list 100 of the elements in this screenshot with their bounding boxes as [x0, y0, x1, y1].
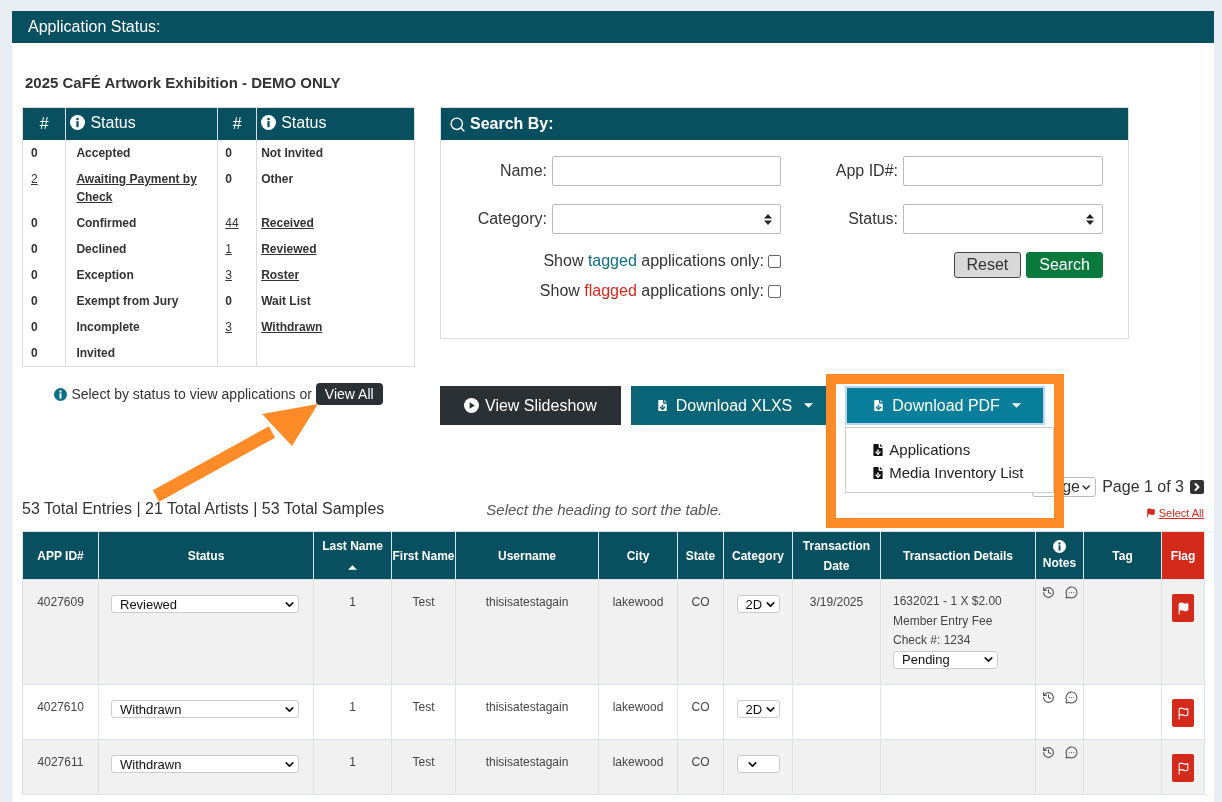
last-name: 1 [349, 595, 356, 609]
category-select[interactable]: 2D [736, 595, 780, 613]
search-icon [449, 115, 466, 133]
category-select[interactable]: 2D [736, 700, 780, 718]
column-header: Status [281, 113, 327, 132]
status-label: Accepted [76, 145, 131, 162]
file-download-icon [871, 398, 887, 413]
transaction-date: 3/19/2025 [809, 595, 864, 609]
history-icon[interactable] [1041, 586, 1055, 599]
state: CO [691, 755, 710, 769]
username: thisisatestagain [485, 595, 569, 609]
status-count: 0 [31, 319, 38, 336]
menu-item[interactable]: Applications [846, 438, 1054, 461]
state: CO [691, 700, 710, 714]
column-header: State [685, 547, 716, 565]
status-link[interactable]: Reviewed [261, 240, 317, 258]
flag-icon [1176, 601, 1190, 615]
flag-icon [1145, 508, 1156, 518]
sort-up-icon [348, 564, 357, 570]
status-count[interactable]: 2 [31, 170, 38, 188]
column-header: # [232, 115, 242, 132]
status-label: Exception [76, 267, 134, 284]
comment-icon[interactable] [1064, 691, 1078, 704]
checkbox[interactable] [768, 254, 781, 268]
updown-icon [1086, 213, 1094, 225]
select-all-link[interactable]: Select All [1145, 507, 1204, 519]
download-button[interactable]: Download PDF [845, 386, 1045, 425]
select-field[interactable] [903, 204, 1103, 234]
reset-button[interactable]: Reset [953, 252, 1022, 278]
status-count: 0 [31, 345, 38, 362]
field-label: Name: [498, 162, 547, 180]
status-label: Wait List [261, 293, 311, 310]
sort-hint: Select the heading to sort the table. [486, 500, 723, 518]
column-header: Username [498, 547, 556, 565]
column-header: Tag [1112, 547, 1133, 565]
view-all-button[interactable]: View All [315, 383, 383, 405]
first-name: Test [412, 755, 435, 769]
column-header: First Name [392, 547, 455, 565]
next-page-icon[interactable] [1190, 480, 1204, 494]
flag-button[interactable] [1172, 699, 1194, 727]
select-field[interactable] [552, 204, 781, 234]
status-label: Other [261, 171, 294, 188]
status-label: Confirmed [76, 215, 137, 232]
flag-icon [1176, 706, 1190, 720]
checkbox[interactable] [768, 284, 781, 298]
history-icon[interactable] [1041, 691, 1055, 704]
field-label: Category: [476, 210, 547, 228]
transaction-detail: Member Entry Fee [893, 612, 994, 630]
totals-text: 53 Total Entries | 21 Total Artists | 53 Total Samples [22, 500, 385, 518]
input-field[interactable] [552, 156, 781, 186]
column-header: # [39, 115, 49, 132]
status-count: 0 [31, 215, 38, 232]
transaction-detail: Check #: 1234 [893, 632, 972, 649]
column-header: Transaction Date [801, 537, 872, 575]
info-icon [1053, 539, 1066, 553]
status-select[interactable]: Withdrawn [111, 700, 299, 718]
app-id: 4027611 [37, 755, 84, 769]
history-icon[interactable] [1041, 746, 1055, 759]
flag-button[interactable] [1172, 754, 1194, 782]
status-link[interactable]: Received [261, 214, 314, 232]
comment-icon[interactable] [1064, 586, 1078, 599]
status-link[interactable]: Withdrawn [261, 318, 323, 336]
search-button[interactable]: Search [1026, 252, 1103, 278]
status-count: 0 [225, 293, 232, 310]
search-panel-title: Search By: [470, 115, 554, 133]
panel-title: Application Status: [12, 11, 1214, 43]
status-label: Invited [76, 345, 116, 362]
page-indicator: Page 1 of 3 [1102, 478, 1184, 496]
hint-text: Select by status to view applications or [71, 386, 312, 402]
status-select[interactable]: Withdrawn [111, 755, 299, 773]
status-link[interactable]: Awaiting Payment by Check [76, 170, 218, 206]
status-label: Incomplete [76, 319, 140, 336]
column-header: Category [732, 547, 784, 565]
input-field[interactable] [903, 156, 1103, 186]
status-count: 0 [225, 145, 232, 162]
flag-button[interactable] [1172, 594, 1194, 622]
last-name: 1 [349, 700, 356, 714]
status-count[interactable]: 3 [225, 266, 232, 284]
status-select[interactable]: Reviewed [111, 595, 299, 613]
info-icon [70, 115, 86, 131]
username: thisisatestagain [485, 755, 569, 769]
username: thisisatestagain [485, 700, 569, 714]
play-icon [464, 398, 479, 413]
status-count[interactable]: 44 [225, 214, 239, 232]
exhibition-title: 2025 CaFÉ Artwork Exhibition - DEMO ONLY [25, 74, 342, 91]
column-header: APP ID# [37, 547, 84, 565]
column-header: Notes [1042, 554, 1077, 572]
last-name: 1 [349, 755, 356, 769]
checkbox-label: Show flagged applications only: [539, 282, 764, 300]
status-count: 0 [31, 241, 38, 258]
status-count: 0 [31, 145, 38, 162]
comment-icon[interactable] [1064, 746, 1078, 759]
slideshow-button[interactable]: View Slideshow [440, 386, 621, 425]
status-count[interactable]: 1 [225, 240, 232, 258]
status-link[interactable]: Roster [261, 266, 300, 284]
info-icon [54, 387, 68, 401]
status-count: 0 [31, 293, 38, 310]
caret-icon [804, 403, 814, 408]
status-count[interactable]: 3 [225, 318, 232, 336]
payment-select[interactable]: Pending [893, 650, 998, 669]
